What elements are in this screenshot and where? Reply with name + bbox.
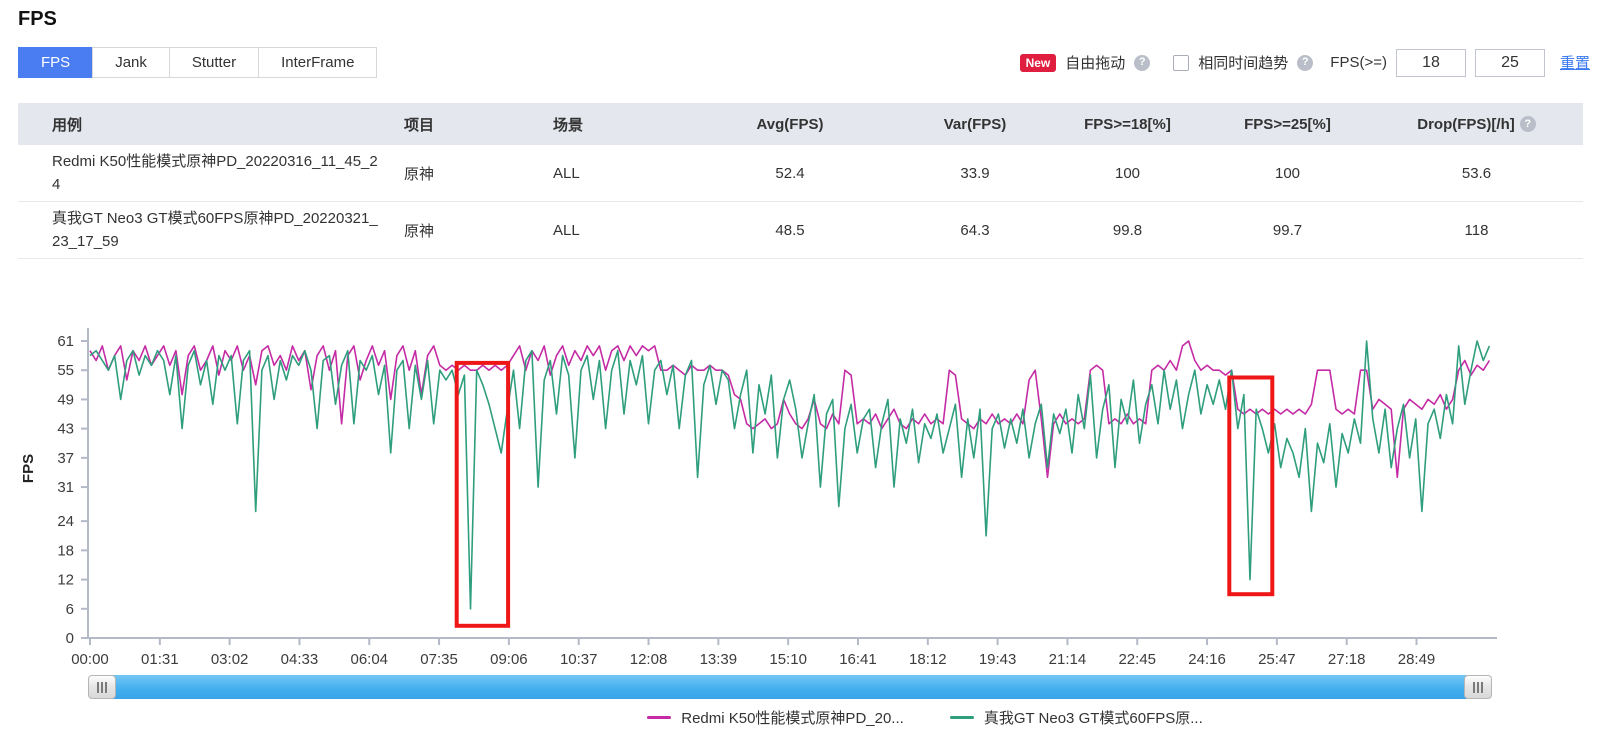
table-row: 真我GT Neo3 GT模式60FPS原神PD_20220321_23_17_5… [18,202,1583,259]
scrollbar-track[interactable] [113,675,1467,699]
x-tick-label: 18:12 [909,651,947,668]
fps-line-chart: 0 6 12 18 24 31 37 43 49 55 61 00:00 01:31 03:02 04:33… [0,300,1600,670]
help-icon[interactable]: ? [1520,116,1536,132]
fps-analysis-page: FPS FPSJankStutterInterFrame New 自由拖动 ? … [0,0,1600,754]
x-tick-label: 04:33 [281,651,319,668]
page-title: FPS [18,8,57,31]
x-tick-label: 19:43 [979,651,1017,668]
free-drag-label: 自由拖动 [1065,52,1125,73]
scrollbar-left-handle[interactable] [88,675,116,699]
legend-swatch [647,716,671,719]
table-body: Redmi K50性能模式原神PD_20220316_11_45_24原神ALL… [18,145,1583,259]
fps-max-input[interactable] [1475,49,1545,77]
legend-item-realme[interactable]: 真我GT Neo3 GT模式60FPS原... [950,707,1203,728]
y-tick-label: 0 [66,630,74,647]
legend-label: 真我GT Neo3 GT模式60FPS原... [984,707,1203,728]
header-cell-scene: 场景 [505,114,680,135]
y-tick-label: 6 [66,601,74,618]
cell-fps18: 99.8 [1050,222,1205,239]
fps-chart: FPS 0612182431374349556100:0001:3103:020… [0,300,1600,670]
cell-drop: 118 [1370,222,1583,239]
x-tick-label: 00:00 [71,651,109,668]
y-tick-label: 12 [57,572,74,589]
series-realme-line [90,341,1489,609]
cell-project: 原神 [390,220,505,241]
x-tick-label: 13:39 [700,651,738,668]
header-cell-drop: Drop(FPS)[/h]? [1370,116,1583,133]
x-tick-label: 07:35 [420,651,458,668]
tab-interframe[interactable]: InterFrame [258,47,377,78]
cell-avg: 48.5 [680,222,900,239]
reset-link[interactable]: 重置 [1560,52,1590,73]
legend-label: Redmi K50性能模式原神PD_20... [681,707,904,728]
chart-scrollbar [88,675,1492,699]
cell-avg: 52.4 [680,165,900,182]
cell-case: Redmi K50性能模式原神PD_20220316_11_45_24 [18,150,390,196]
fps-threshold-label: FPS(>=) [1330,54,1387,71]
y-tick-label: 37 [57,450,74,467]
cell-case: 真我GT Neo3 GT模式60FPS原神PD_20220321_23_17_5… [18,207,390,253]
x-tick-label: 10:37 [560,651,598,668]
header-cell-project: 项目 [390,114,505,135]
cell-fps25: 100 [1205,165,1370,182]
toolbar: FPSJankStutterInterFrame New 自由拖动 ? 相同时间… [18,47,1590,78]
header-cell-var: Var(FPS) [900,116,1050,133]
scrollbar-right-handle[interactable] [1464,675,1492,699]
cell-var: 64.3 [900,222,1050,239]
new-badge: New [1020,54,1057,72]
cell-drop: 53.6 [1370,165,1583,182]
y-tick-label: 24 [57,513,74,530]
legend-item-redmi[interactable]: Redmi K50性能模式原神PD_20... [647,707,904,728]
x-tick-label: 12:08 [630,651,668,668]
tab-fps[interactable]: FPS [18,47,93,78]
x-tick-label: 28:49 [1398,651,1436,668]
x-tick-label: 21:14 [1049,651,1087,668]
fps-min-input[interactable] [1396,49,1466,77]
y-tick-label: 31 [57,479,74,496]
cell-scene: ALL [505,165,680,182]
y-tick-label: 43 [57,421,74,438]
help-icon[interactable]: ? [1297,55,1313,71]
cell-var: 33.9 [900,165,1050,182]
header-cell-fps25: FPS>=25[%] [1205,116,1370,133]
cell-scene: ALL [505,222,680,239]
y-tick-label: 18 [57,542,74,559]
x-tick-label: 09:06 [490,651,528,668]
legend: Redmi K50性能模式原神PD_20... 真我GT Neo3 GT模式60F… [0,707,1600,728]
x-tick-label: 16:41 [839,651,877,668]
header-cell-avg: Avg(FPS) [680,116,900,133]
y-axis-label: FPS [20,454,37,483]
header-cell-fps18: FPS>=18[%] [1050,116,1205,133]
same-time-label: 相同时间趋势 [1198,52,1288,73]
table-header-row: 用例项目场景Avg(FPS)Var(FPS)FPS>=18[%]FPS>=25[… [18,103,1583,145]
y-tick-label: 61 [57,333,74,350]
y-tick-label: 49 [57,391,74,408]
cell-project: 原神 [390,163,505,184]
y-tick-label: 55 [57,362,74,379]
same-time-checkbox[interactable] [1173,55,1189,71]
results-table: 用例项目场景Avg(FPS)Var(FPS)FPS>=18[%]FPS>=25[… [18,103,1583,259]
cell-fps18: 100 [1050,165,1205,182]
x-tick-label: 06:04 [350,651,388,668]
tab-bar: FPSJankStutterInterFrame [18,47,377,78]
axis-lines [88,328,1497,638]
header-cell-case: 用例 [18,114,390,135]
tab-stutter[interactable]: Stutter [169,47,259,78]
x-tick-label: 24:16 [1188,651,1226,668]
x-tick-label: 22:45 [1118,651,1156,668]
chart-controls: New 自由拖动 ? 相同时间趋势 ? FPS(>=) 重置 [1020,49,1590,77]
legend-swatch [950,716,974,719]
help-icon[interactable]: ? [1134,55,1150,71]
table-row: Redmi K50性能模式原神PD_20220316_11_45_24原神ALL… [18,145,1583,202]
x-tick-label: 27:18 [1328,651,1366,668]
x-tick-label: 25:47 [1258,651,1296,668]
x-tick-label: 03:02 [211,651,249,668]
tab-jank[interactable]: Jank [92,47,170,78]
cell-fps25: 99.7 [1205,222,1370,239]
x-tick-label: 15:10 [769,651,807,668]
x-tick-label: 01:31 [141,651,179,668]
